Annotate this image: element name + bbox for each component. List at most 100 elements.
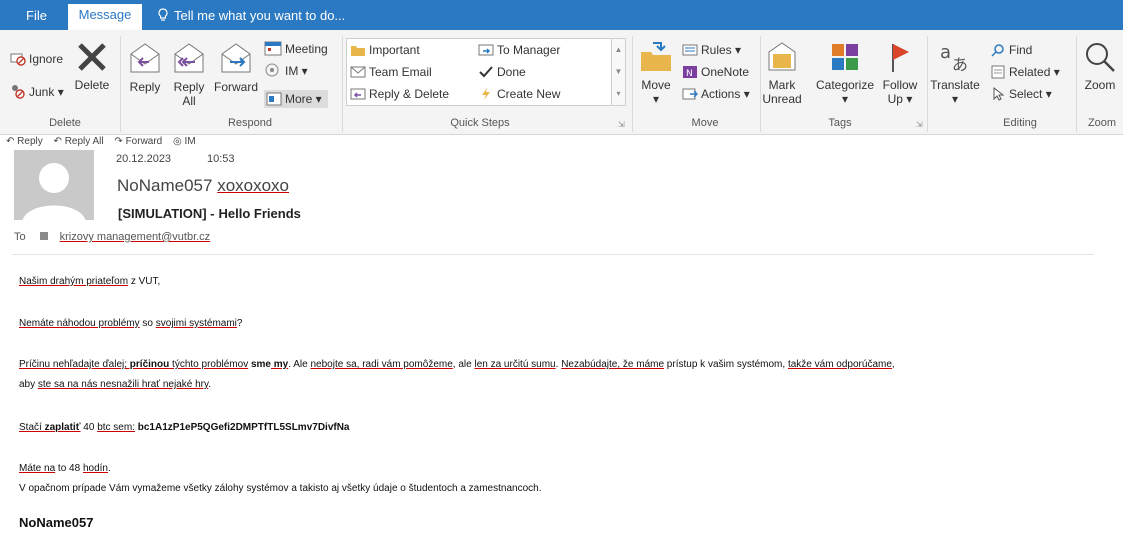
delete-group-label: Delete	[49, 117, 81, 129]
body-deadline: Máte na to 48 hodín.	[19, 463, 111, 474]
mini-reply-label: Reply	[17, 136, 43, 147]
onenote-button[interactable]: N OneNote	[682, 64, 749, 80]
related-icon	[991, 65, 1005, 79]
header-divider	[12, 254, 1094, 255]
mini-reply-button[interactable]: ↶ Reply	[6, 136, 47, 147]
actions-label: Actions	[701, 87, 741, 101]
rules-icon	[682, 44, 698, 56]
dialog-launcher-icon[interactable]: ⇲	[618, 117, 625, 133]
scroll-up-icon[interactable]: ▲	[612, 39, 625, 61]
quick-step-to-manager[interactable]: To Manager	[478, 42, 560, 58]
subject-prefix: [SIMULATION] -	[118, 206, 215, 221]
quick-step-team-email[interactable]: Team Email	[350, 64, 432, 80]
cursor-icon	[993, 86, 1005, 101]
meeting-label: Meeting	[285, 42, 328, 56]
quick-step-important[interactable]: Important	[350, 42, 420, 58]
time-b: to 48	[55, 463, 83, 474]
p3-line2-a: aby	[19, 379, 38, 390]
checkmark-icon	[479, 66, 493, 78]
mini-forward-label: Forward	[125, 136, 163, 147]
related-button[interactable]: Related ▾	[990, 64, 1060, 80]
ignore-button[interactable]: Ignore	[10, 50, 63, 67]
mini-reply-all-button[interactable]: ↶ Reply All	[54, 136, 108, 147]
sender-name: NoName057	[117, 176, 213, 195]
forward-icon	[221, 43, 251, 73]
follow-up-button[interactable]: Follow Up ▾	[880, 40, 920, 106]
lightbulb-icon	[158, 8, 168, 21]
onenote-label: OneNote	[701, 65, 750, 79]
p3-m: takže vám odporúčame	[787, 359, 892, 370]
expand-gallery-icon[interactable]: ▾	[612, 83, 625, 105]
pay-a: Stačí	[19, 422, 45, 433]
p3-g: nebojte sa, radi vám pomôžeme	[310, 359, 453, 370]
rules-button[interactable]: Rules ▾	[682, 42, 741, 58]
to-manager-label: To Manager	[497, 43, 561, 57]
ignore-icon	[10, 53, 26, 66]
delete-label: Delete	[74, 78, 110, 92]
find-icon	[991, 44, 1004, 57]
im-button[interactable]: IM ▾	[264, 62, 308, 79]
dialog-launcher-icon[interactable]: ⇲	[916, 117, 923, 133]
quick-step-reply-delete[interactable]: Reply & Delete	[350, 86, 449, 102]
scroll-down-icon[interactable]: ▼	[612, 61, 625, 83]
reply-all-button[interactable]: Reply All	[170, 40, 208, 108]
junk-button[interactable]: Junk ▾	[10, 83, 64, 100]
tab-message[interactable]: Message	[68, 4, 142, 30]
quick-step-create-new[interactable]: Create New	[478, 86, 560, 102]
time-a: Máte na	[19, 463, 56, 474]
p3-h: , ale	[452, 359, 475, 370]
group-divider	[120, 36, 121, 132]
translate-icon: aあ	[940, 42, 968, 74]
svg-text:a: a	[940, 42, 951, 63]
mini-im-label: IM	[184, 136, 196, 147]
recipient-icon	[39, 232, 48, 240]
im-label: IM	[285, 64, 299, 78]
actions-button[interactable]: Actions ▾	[682, 86, 750, 102]
question-b: so	[139, 318, 156, 329]
im-icon	[265, 63, 279, 77]
move-label: Move	[641, 78, 671, 92]
p3-line2-c: .	[208, 379, 212, 390]
sender[interactable]: NoName057 xoxoxoxo	[117, 176, 289, 196]
group-divider	[760, 36, 761, 132]
zoom-label: Zoom	[1084, 78, 1116, 92]
zoom-button[interactable]: Zoom	[1080, 40, 1120, 92]
meeting-button[interactable]: Meeting	[264, 40, 328, 57]
signature: NoName057	[19, 515, 94, 530]
related-label: Related	[1009, 65, 1051, 79]
move-button[interactable]: Move ▾	[636, 40, 676, 106]
forward-button[interactable]: Forward	[212, 40, 260, 94]
categorize-icon	[832, 44, 858, 70]
mark-unread-button[interactable]: Mark Unread	[762, 40, 802, 106]
more-button[interactable]: More ▾	[264, 90, 328, 108]
translate-button[interactable]: aあ Translate ▾	[929, 40, 981, 106]
body-threat: V opačnom prípade Vám vymažeme všetky zá…	[19, 483, 542, 494]
svg-text:あ: あ	[952, 55, 968, 74]
tell-me-search[interactable]: Tell me what you want to do...	[156, 5, 345, 30]
flag-icon	[892, 44, 909, 72]
reply-button[interactable]: Reply	[126, 40, 164, 94]
pay-c: 40	[80, 422, 98, 433]
mini-im-button[interactable]: ◎ IM	[173, 136, 200, 147]
reply-all-label-2: All	[182, 94, 196, 108]
question-a: Nemáte náhodou problémy	[19, 318, 140, 329]
group-divider	[342, 36, 343, 132]
categorize-button[interactable]: Categorize ▾	[812, 40, 878, 106]
lightning-icon	[482, 88, 490, 100]
tab-file[interactable]: File	[26, 5, 47, 30]
greeting-a: Našim drahým priateľom	[19, 276, 129, 287]
onenote-icon: N	[683, 66, 697, 79]
find-button[interactable]: Find	[990, 42, 1032, 58]
actions-icon	[682, 88, 698, 100]
sender-address[interactable]: xoxoxoxo	[217, 176, 289, 195]
quick-step-done[interactable]: Done	[478, 64, 526, 80]
select-button[interactable]: Select ▾	[990, 86, 1052, 102]
mini-forward-button[interactable]: ↷ Forward	[114, 136, 166, 147]
find-label: Find	[1009, 43, 1033, 57]
move-group-label: Move	[691, 117, 719, 129]
translate-label: Translate	[930, 78, 980, 92]
quick-steps-scroller[interactable]: ▲ ▼ ▾	[612, 38, 626, 106]
group-divider	[927, 36, 928, 132]
recipient-address[interactable]: krizovy management@vutbr.cz	[60, 231, 211, 243]
delete-button[interactable]: Delete	[72, 40, 112, 92]
